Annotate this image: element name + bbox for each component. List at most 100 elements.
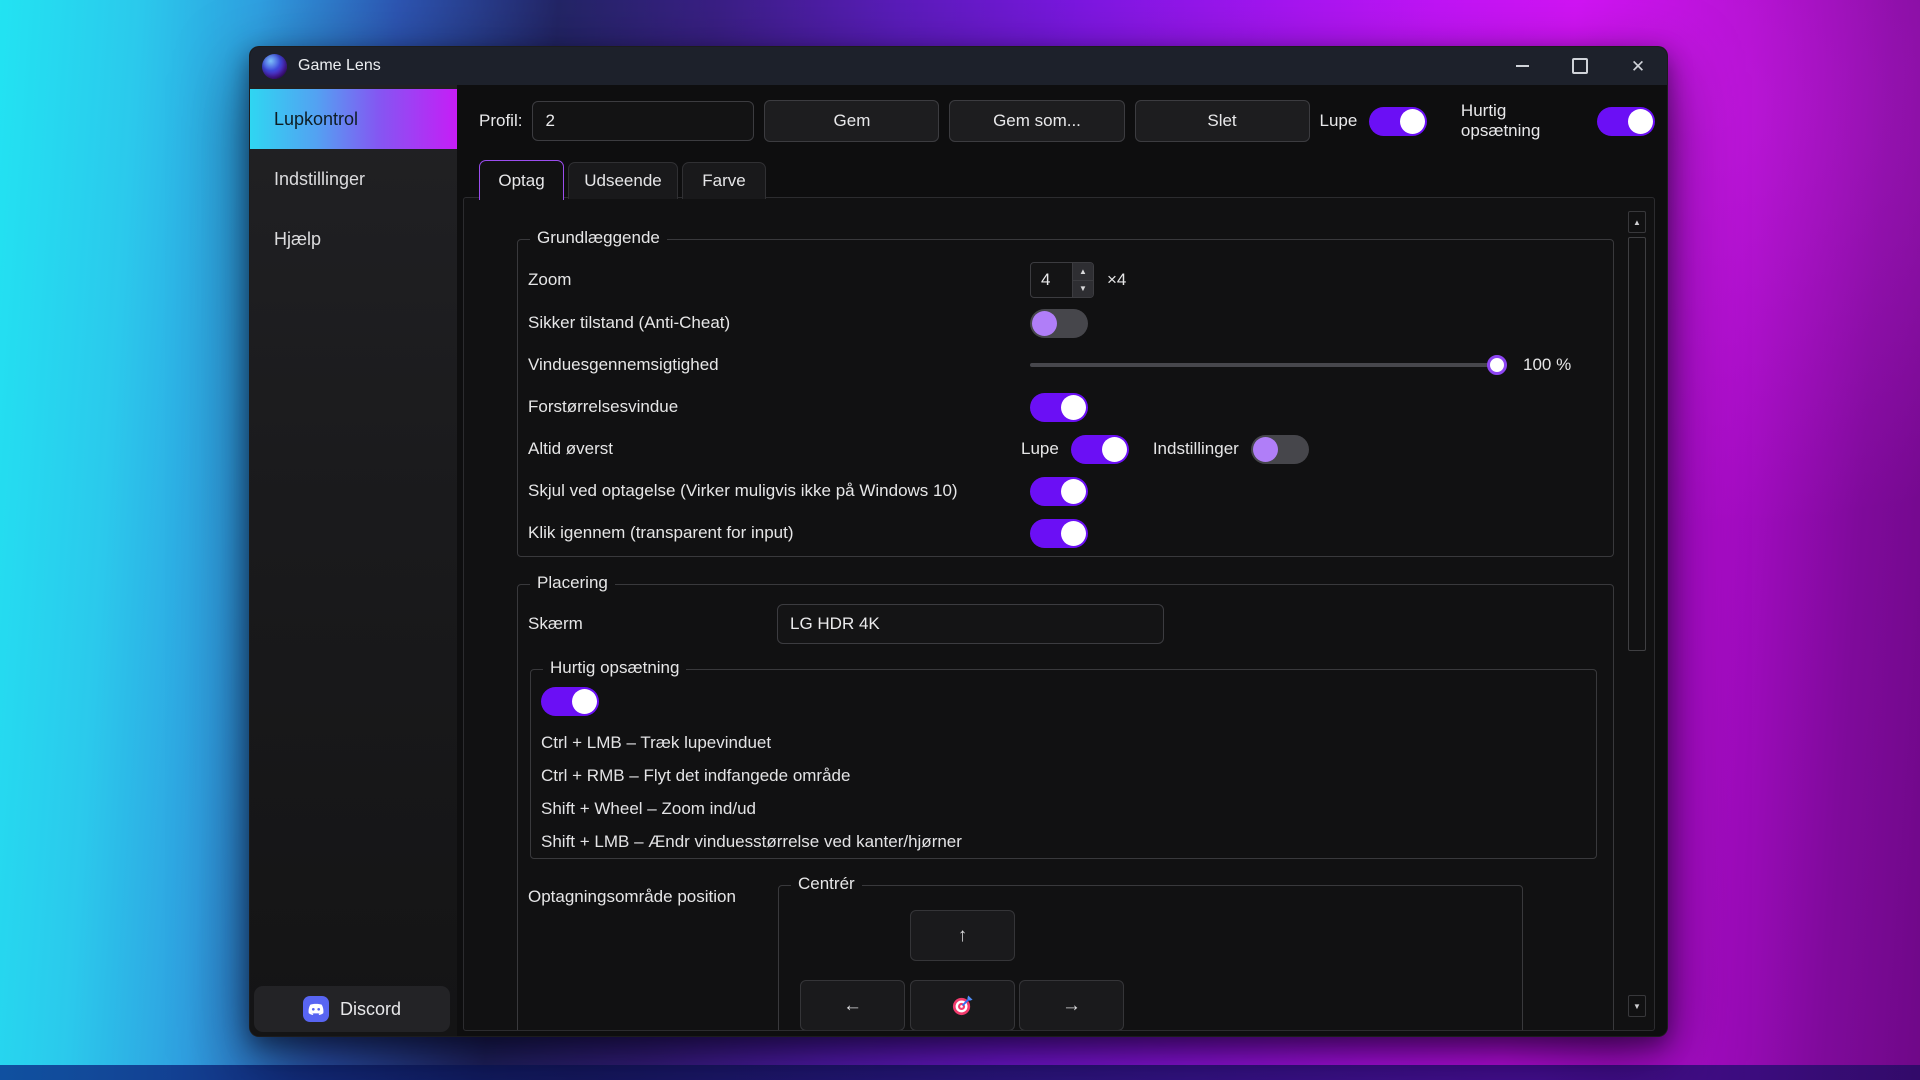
window-title: Game Lens bbox=[298, 57, 381, 74]
tab-farve[interactable]: Farve bbox=[682, 162, 766, 199]
quick-setup-toggle[interactable] bbox=[1597, 106, 1656, 136]
lens-toggle-label: Lupe bbox=[1319, 111, 1358, 130]
sidebar-item-lupkontrol[interactable]: Lupkontrol bbox=[250, 89, 457, 149]
discord-button[interactable]: Discord bbox=[254, 986, 450, 1032]
quick-setup-toggle-label: Hurtig opsætning bbox=[1460, 101, 1541, 140]
maximize-icon bbox=[1572, 58, 1588, 74]
toggle-knob bbox=[1032, 310, 1057, 336]
toggle-knob bbox=[1628, 108, 1654, 134]
move-left-button[interactable]: ← bbox=[800, 980, 905, 1030]
click-through-row: Klik igennem (transparent for input) bbox=[518, 512, 1613, 554]
always-on-top-lens-label: Lupe bbox=[1021, 439, 1059, 458]
center-group-legend: Centrér bbox=[791, 874, 862, 894]
screen-row: Skærm LG HDR 4K bbox=[518, 604, 1613, 644]
placement-group-legend: Placering bbox=[530, 573, 615, 593]
click-through-toggle[interactable] bbox=[1030, 518, 1088, 548]
opacity-slider[interactable] bbox=[1030, 355, 1507, 375]
minimize-button[interactable] bbox=[1493, 47, 1551, 85]
move-up-button[interactable]: ↑ bbox=[910, 910, 1015, 961]
scrollbar-up-button[interactable]: ▲ bbox=[1628, 211, 1646, 233]
click-through-label: Klik igennem (transparent for input) bbox=[528, 523, 794, 542]
tab-optag[interactable]: Optag bbox=[479, 160, 564, 200]
opacity-label: Vinduesgennemsigtighed bbox=[528, 355, 719, 374]
always-on-top-settings-toggle[interactable] bbox=[1250, 434, 1309, 464]
basic-settings-group: Grundlæggende Zoom 4 ▲ ▼ ×4 Sikker tilst… bbox=[517, 228, 1614, 557]
magnifier-window-label: Forstørrelsesvindue bbox=[528, 397, 679, 416]
zoom-spinner[interactable]: 4 ▲ ▼ bbox=[1030, 262, 1094, 298]
tab-bar: Optag Udseende Farve bbox=[479, 159, 1667, 200]
safe-mode-toggle[interactable] bbox=[1030, 308, 1088, 338]
hotkey-list: Ctrl + LMB – Træk lupevinduet Ctrl + RMB… bbox=[541, 726, 1596, 858]
toggle-knob bbox=[572, 689, 597, 714]
move-right-button[interactable]: → bbox=[1019, 980, 1124, 1030]
safe-mode-row: Sikker tilstand (Anti-Cheat) bbox=[518, 302, 1613, 344]
main-content: Profil: Gem Gem som... Slet Lupe Hurtig … bbox=[457, 85, 1667, 1036]
titlebar[interactable]: Game Lens ✕ bbox=[250, 47, 1667, 85]
always-on-top-lens-toggle[interactable] bbox=[1070, 434, 1129, 464]
screen-select[interactable]: LG HDR 4K bbox=[777, 604, 1164, 644]
profile-toolbar: Profil: Gem Gem som... Slet Lupe Hurtig … bbox=[479, 100, 1658, 142]
scroll-down-icon: ▼ bbox=[1633, 1001, 1641, 1011]
zoom-label: Zoom bbox=[528, 270, 572, 289]
hotkey-item: Shift + Wheel – Zoom ind/ud bbox=[541, 799, 756, 818]
screen-label: Skærm bbox=[528, 614, 583, 633]
zoom-value: 4 bbox=[1041, 270, 1051, 289]
panel-scrollbar[interactable]: ▲ ▼ bbox=[1628, 198, 1646, 1030]
target-icon bbox=[952, 995, 973, 1016]
scrollbar-thumb[interactable] bbox=[1628, 237, 1646, 651]
discord-icon bbox=[302, 996, 329, 1022]
desktop-bottom-strip bbox=[0, 1065, 1920, 1080]
toggle-knob bbox=[1101, 436, 1127, 462]
always-on-top-label: Altid øverst bbox=[528, 439, 614, 458]
zoom-spinner-up-button[interactable]: ▲ bbox=[1073, 263, 1093, 280]
toggle-knob bbox=[1400, 108, 1426, 134]
discord-button-label: Discord bbox=[339, 998, 401, 1019]
scroll-up-icon: ▲ bbox=[1633, 217, 1641, 227]
quick-setup-group-legend: Hurtig opsætning bbox=[543, 658, 687, 678]
hide-on-capture-toggle[interactable] bbox=[1030, 476, 1088, 506]
tab-panel-optag: Grundlæggende Zoom 4 ▲ ▼ ×4 Sikker tilst… bbox=[463, 197, 1655, 1031]
sidebar-item-hjaelp[interactable]: Hjælp bbox=[250, 209, 457, 269]
zoom-factor-label: ×4 bbox=[1107, 270, 1127, 289]
sidebar: Lupkontrol Indstillinger Hjælp Discord bbox=[250, 85, 457, 1036]
capture-position-label: Optagningsområde position bbox=[528, 887, 736, 906]
toggle-knob bbox=[1061, 394, 1086, 420]
profile-label: Profil: bbox=[479, 111, 523, 130]
zoom-row: Zoom 4 ▲ ▼ ×4 bbox=[518, 258, 1613, 302]
opacity-row: Vinduesgennemsigtighed 100 % bbox=[518, 344, 1613, 386]
quick-setup-group-toggle[interactable] bbox=[541, 687, 599, 716]
maximize-button[interactable] bbox=[1551, 47, 1609, 85]
hotkey-item: Ctrl + LMB – Træk lupevinduet bbox=[541, 733, 772, 752]
always-on-top-settings-label: Indstillinger bbox=[1152, 439, 1239, 458]
arrow-left-icon: ← bbox=[843, 994, 862, 1016]
toolbar-toggles: Lupe Hurtig opsætning bbox=[1320, 101, 1658, 141]
save-as-button[interactable]: Gem som... bbox=[949, 100, 1125, 142]
always-on-top-row: Altid øverst Lupe Indstillinger bbox=[518, 428, 1613, 470]
opacity-slider-track bbox=[1030, 363, 1507, 367]
opacity-value: 100 % bbox=[1523, 355, 1572, 374]
safe-mode-label: Sikker tilstand (Anti-Cheat) bbox=[528, 313, 731, 332]
close-icon: ✕ bbox=[1630, 56, 1646, 76]
zoom-spinner-down-button[interactable]: ▼ bbox=[1073, 279, 1093, 297]
scrollbar-down-button[interactable]: ▼ bbox=[1628, 995, 1646, 1017]
save-button[interactable]: Gem bbox=[764, 100, 940, 142]
hide-on-capture-row: Skjul ved optagelse (Virker muligvis ikk… bbox=[518, 470, 1613, 512]
hotkey-item: Ctrl + RMB – Flyt det indfangede område bbox=[541, 766, 851, 785]
opacity-slider-knob[interactable] bbox=[1487, 355, 1507, 375]
spinner-up-icon: ▲ bbox=[1079, 266, 1087, 276]
delete-button[interactable]: Slet bbox=[1134, 100, 1310, 142]
app-window: Game Lens ✕ Lupkontrol Indstillinger Hjæ… bbox=[249, 46, 1668, 1037]
center-button[interactable] bbox=[910, 980, 1015, 1030]
tab-udseende[interactable]: Udseende bbox=[568, 162, 678, 199]
minimize-icon bbox=[1515, 65, 1529, 67]
hide-on-capture-label: Skjul ved optagelse (Virker muligvis ikk… bbox=[528, 481, 958, 500]
toggle-knob bbox=[1061, 520, 1086, 546]
magnifier-window-toggle[interactable] bbox=[1030, 392, 1088, 422]
lens-toggle[interactable] bbox=[1369, 106, 1428, 136]
arrow-right-icon: → bbox=[1062, 994, 1081, 1016]
close-button[interactable]: ✕ bbox=[1609, 47, 1667, 85]
app-logo-icon bbox=[262, 53, 287, 79]
basic-group-legend: Grundlæggende bbox=[530, 228, 667, 248]
sidebar-item-indstillinger[interactable]: Indstillinger bbox=[250, 149, 457, 209]
profile-input[interactable] bbox=[532, 101, 755, 141]
